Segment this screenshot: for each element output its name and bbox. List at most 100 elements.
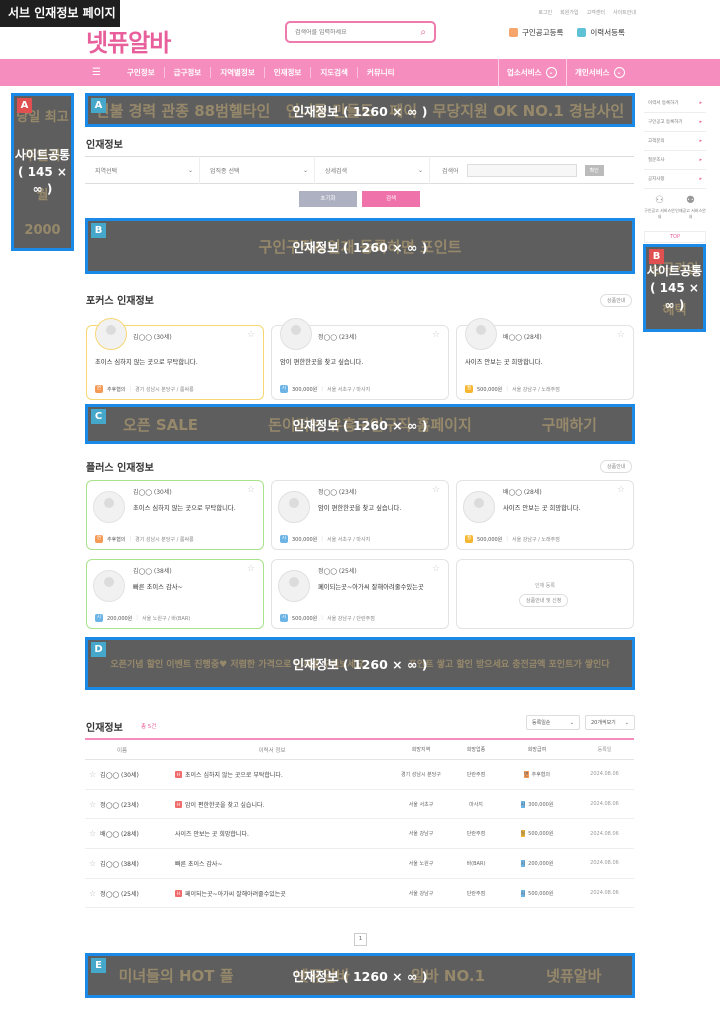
side-banner-b[interactable]: 신규가입 혜택 B 사이트공통( 145 × ∞ ) (643, 244, 706, 332)
card-message: 사이즈 안보는 곳 희망합니다. (465, 359, 543, 366)
biz-service-label: 업소서비스 (507, 68, 542, 77)
main-banner-b[interactable]: 구인구직&인재 등록하면 포인트 B 인재정보 ( 1260 × ∞ ) (85, 218, 635, 274)
rail-item-survey[interactable]: 질문조사 ▸ (644, 151, 706, 170)
nav-item-region[interactable]: 지역별정보 (211, 67, 265, 78)
card-name: 김◯◯ (30세) (133, 489, 172, 496)
main-banner-e[interactable]: 미녀들의 HOT 플 넷퓨알바 알바 NO.1 넷퓨알바 E 인재정보 ( 1260 … (85, 953, 635, 998)
table-row[interactable]: ☆ 김◯◯ (38세) 빠른 초이스 감사~ 서울 노원구 바(BAR) 시 200… (85, 849, 634, 879)
rail-item-recruit[interactable]: 구인공고 등록하기 ▸ (644, 113, 706, 132)
plus-card[interactable]: 김◯◯ (30세) ☆ 초이스 심하지 않는 곳으로 부탁합니다. 면 추후협의 |… (86, 480, 264, 550)
card-meta: 월 500,000원 | 서울 강남구 / 노래주점 (465, 385, 560, 393)
card-name: 정◯◯ (23세) (318, 489, 357, 496)
card-meta: 시 500,000원 | 서울 강남구 / 단란주점 (280, 614, 375, 622)
banner-tag: C (91, 409, 106, 424)
region-select[interactable]: 지역선택 ⌄ (95, 156, 200, 184)
nav-item-talent[interactable]: 인재정보 (265, 67, 312, 78)
pay-type-icon: 시 (520, 889, 526, 897)
resume-register-button[interactable]: 이력서등록 (577, 27, 625, 38)
card-message: 암이 편한한곳을 찾고 싶습니다. (318, 505, 402, 512)
keyword-group: 검색어 확인 (442, 163, 604, 177)
personal-service-menu[interactable]: 개인서비스 ⌄ (566, 59, 636, 86)
rail-item-resume[interactable]: 이력서 등록하기 ▸ (644, 94, 706, 113)
rail-item-notice[interactable]: 공지사항 ▸ (644, 170, 706, 189)
table-row[interactable]: ☆ 정◯◯ (25세) H 페이되는곳~아가씨 잘해아려줄수있는곳 서울 강남구 단… (85, 879, 634, 909)
pay-type-icon: 면 (95, 535, 103, 543)
nav-item-urgent[interactable]: 급구정보 (165, 67, 212, 78)
star-icon[interactable]: ☆ (247, 330, 255, 340)
card-name: 정◯◯ (25세) (318, 568, 357, 575)
plus-card[interactable]: 배◯◯ (28세) ☆ 사이즈 안보는 곳 희망합니다. 월 500,000원 | 서… (456, 480, 634, 550)
guide-link[interactable]: 사이트안내 (613, 9, 636, 16)
handshake-icon: ⚇ (655, 195, 664, 206)
pay-type-icon: 시 (520, 800, 526, 808)
plus-card[interactable]: 정◯◯ (23세) ☆ 암이 편한한곳을 찾고 싶습니다. 시 300,000원 |… (271, 480, 449, 550)
side-banner-a[interactable]: 당일 최고 주얼리 월 2000 A 사이트공통( 145 × ∞ ) (11, 93, 74, 251)
pay-type-icon: 면 (95, 385, 103, 393)
nav-item-recruit[interactable]: 구인정보 (118, 67, 165, 78)
apply-product-button[interactable]: 상품안내 및 신청 (519, 594, 569, 607)
search-icon[interactable]: ⌕ (420, 27, 426, 38)
star-icon[interactable]: ☆ (89, 859, 96, 868)
main-banner-a[interactable]: 신불 경력 관종 88범헬타인 언니들 만들도 페이 무당지원 OK NO.1 경남사… (85, 93, 635, 127)
star-icon[interactable]: ☆ (89, 889, 96, 898)
detail-select[interactable]: 상세검색 ⌄ (325, 156, 430, 184)
banner-size-label: 인재정보 ( 1260 × ∞ ) (292, 417, 428, 433)
star-icon[interactable]: ☆ (247, 564, 255, 574)
table-row[interactable]: ☆ 정◯◯ (23세) H 암이 편한한곳을 찾고 싶습니다. 서울 서초구 마사지… (85, 790, 634, 820)
search-input[interactable] (295, 28, 421, 36)
star-icon[interactable]: ☆ (432, 564, 440, 574)
pagination-page[interactable]: 1 (354, 933, 367, 946)
top-button[interactable]: TOP (644, 231, 706, 243)
card-meta: 월 500,000원 | 서울 강남구 / 노래주점 (465, 535, 560, 543)
focus-card[interactable]: 김◯◯ (30세) ☆ 초이스 심하지 않는 곳으로 부탁합니다. 면 추후협의 |… (86, 318, 264, 400)
main-banner-c[interactable]: 오픈 SALE 돈이되는 유흥구인구직 홈페이지 구매하기 C 인재정보 ( 126… (85, 404, 635, 444)
recruit-service-guide[interactable]: ⚇ 구인공고 서비스안내 (644, 195, 675, 227)
search-button[interactable]: 검색 (362, 191, 420, 207)
card-message: 사이즈 안보는 곳 희망합니다. (503, 505, 581, 512)
nav-items: 구인정보 급구정보 지역별정보 인재정보 지도검색 커뮤니티 (118, 67, 404, 78)
recruit-register-button[interactable]: 구인공고등록 (509, 27, 563, 38)
plus-card[interactable]: 김◯◯ (38세) ☆ 빠른 초이스 감사~ 시 200,000원 | 서울 노원구 … (86, 559, 264, 629)
per-page-select[interactable]: 20개씩보기 ⌄ (585, 715, 635, 730)
hamburger-icon[interactable]: ☰ (92, 67, 104, 78)
table-row[interactable]: ☆ 배◯◯ (28세) 사이즈 안보는 곳 희망합니다. 서울 강남구 단란주점 … (85, 819, 634, 850)
focus-card[interactable]: 배◯◯ (28세) ☆ 사이즈 안보는 곳 희망합니다. 월 500,000원 | 서… (456, 318, 634, 400)
plus-guide-button[interactable]: 상품안내 (600, 460, 633, 473)
keyword-input[interactable] (466, 163, 577, 177)
card-message: 페이되는곳~아가씨 잘해아려줄수있는곳 (318, 584, 424, 591)
avatar (278, 570, 310, 602)
keyword-confirm-button[interactable]: 확인 (584, 164, 604, 176)
talent-service-guide[interactable]: ⚉ 인재공고 서비스안내 (675, 195, 706, 227)
join-link[interactable]: 회원가입 (560, 9, 578, 16)
star-icon[interactable]: ☆ (89, 800, 96, 809)
reset-button[interactable]: 초기화 (299, 191, 357, 207)
logo[interactable]: 넷퓨알바 (86, 23, 171, 58)
table-row[interactable]: ☆ 김◯◯ (30세) H 초이스 심하지 않는 곳으로 부탁합니다. 경기 성남시… (85, 760, 634, 790)
star-icon[interactable]: ☆ (89, 770, 96, 779)
focus-card[interactable]: 정◯◯ (23세) ☆ 암이 편한한곳을 찾고 싶습니다. 시 300,000원 |… (271, 318, 449, 400)
star-icon[interactable]: ☆ (432, 485, 440, 495)
star-icon[interactable]: ☆ (617, 330, 625, 340)
biz-service-menu[interactable]: 업소서비스 ⌄ (498, 59, 566, 86)
rail-item-inquiry[interactable]: 고객문의 ▸ (644, 132, 706, 151)
login-link[interactable]: 로그인 (538, 9, 552, 16)
nav-item-community[interactable]: 커뮤니티 (358, 67, 404, 78)
job-select[interactable]: 업직종 선택 ⌄ (210, 156, 315, 184)
avatar (95, 318, 127, 350)
card-name: 김◯◯ (30세) (133, 334, 172, 341)
search-box[interactable]: ⌕ (285, 21, 436, 43)
people-icon: ⚉ (686, 195, 695, 206)
recruit-register-label: 구인공고등록 (522, 28, 564, 37)
support-link[interactable]: 고객센터 (587, 9, 605, 16)
star-icon[interactable]: ☆ (432, 330, 440, 340)
pay-type-icon: 월 (520, 830, 526, 838)
banner-tag: E (91, 958, 106, 973)
nav-item-map[interactable]: 지도검색 (311, 67, 358, 78)
focus-guide-button[interactable]: 상품안내 (600, 294, 633, 307)
star-icon[interactable]: ☆ (247, 485, 255, 495)
main-banner-d[interactable]: 오픈기념 할인 이벤트 진행중♥ 저렴한 가격으로 인재를 구해보세요 포인트 쌓… (85, 637, 635, 690)
plus-card[interactable]: 정◯◯ (25세) ☆ 페이되는곳~아가씨 잘해아려줄수있는곳 시 500,000… (271, 559, 449, 629)
star-icon[interactable]: ☆ (89, 829, 96, 838)
sort-select[interactable]: 등록일순 ⌄ (526, 715, 580, 730)
star-icon[interactable]: ☆ (617, 485, 625, 495)
